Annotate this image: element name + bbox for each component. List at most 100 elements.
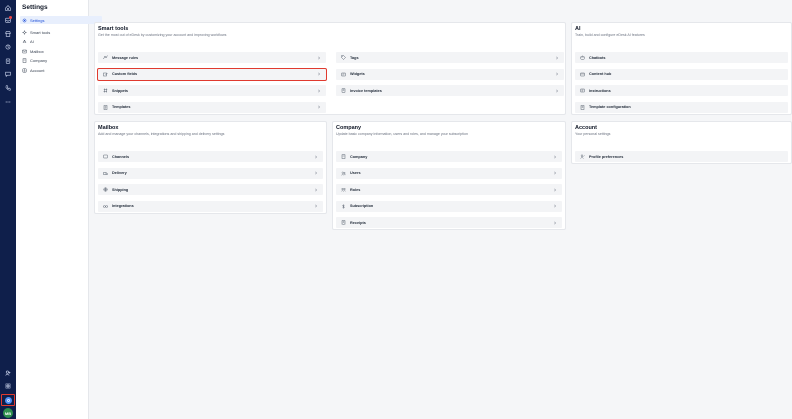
row-label: Tags xyxy=(350,55,359,60)
row-label: Widgets xyxy=(350,72,365,76)
settings-content: Smart tools Get the most out of eDesk by… xyxy=(89,0,792,419)
integrations-button[interactable]: Integrations xyxy=(98,200,323,212)
home-icon[interactable] xyxy=(3,3,13,13)
profile-preferences-button[interactable]: Profile preferences xyxy=(575,151,788,162)
users-icon xyxy=(341,171,346,176)
card-description: Train, build and configure eDesk AI feat… xyxy=(575,33,645,37)
row-label: Channels xyxy=(112,154,130,159)
icon-rail: MB xyxy=(0,0,16,419)
snippets-button[interactable]: Snippets xyxy=(98,85,326,96)
row-label: Subscription xyxy=(350,204,374,208)
card-title: Mailbox xyxy=(98,125,119,131)
card-description: Add and manage your channels, integratio… xyxy=(98,132,225,136)
chevron-right-icon xyxy=(553,155,557,159)
tags-button[interactable]: Tags xyxy=(336,52,564,63)
row-label: Templates xyxy=(112,105,131,109)
page-title: Settings xyxy=(22,4,48,11)
row-label: Message rules xyxy=(112,55,139,60)
tag-icon xyxy=(341,55,346,60)
building-icon xyxy=(22,58,27,63)
store-icon[interactable] xyxy=(3,29,13,39)
row-label: Instructions xyxy=(589,88,611,93)
globe-icon xyxy=(103,187,108,192)
shipping-button[interactable]: Shipping xyxy=(98,184,323,195)
channels-button[interactable]: Channels xyxy=(98,151,323,162)
template-configuration-button[interactable]: Template configuration xyxy=(575,101,788,113)
receipt-icon xyxy=(341,220,346,225)
mailbox-icon xyxy=(22,49,27,53)
row-label: Custom fields xyxy=(112,72,138,76)
chevron-right-icon xyxy=(553,188,557,192)
chevron-right-icon xyxy=(314,204,318,208)
subscription-button[interactable]: Subscription xyxy=(336,200,562,212)
chevron-right-icon xyxy=(317,56,321,60)
sparkle-icon xyxy=(22,29,27,35)
row-label: Template configuration xyxy=(589,105,631,109)
chevron-right-icon xyxy=(555,72,559,76)
company-card: Company Update basic company information… xyxy=(332,121,566,230)
card-description: Your personal settings xyxy=(575,132,611,136)
workflow-icon[interactable] xyxy=(3,42,13,52)
phone-icon[interactable] xyxy=(3,83,13,93)
delivery-button[interactable]: Delivery xyxy=(98,167,323,179)
hash-icon xyxy=(103,88,108,93)
company-button[interactable]: Company xyxy=(336,151,562,162)
widgets-button[interactable]: Widgets xyxy=(336,68,564,80)
mailbox-card: Mailbox Add and manage your channels, in… xyxy=(94,121,327,214)
instructions-button[interactable]: Instructions xyxy=(575,85,788,96)
settings-rail-button[interactable] xyxy=(1,394,15,406)
sidebar-item-label: Company xyxy=(30,58,48,63)
chevron-right-icon xyxy=(553,171,557,175)
row-label: Profile preferences xyxy=(589,154,624,159)
sidebar-item-label: Mailbox xyxy=(30,48,44,54)
chevron-right-icon xyxy=(314,171,318,175)
avatar[interactable]: MB xyxy=(3,408,13,418)
template-icon xyxy=(103,104,108,110)
chat-icon[interactable] xyxy=(3,69,13,79)
row-label: Integrations xyxy=(112,204,134,208)
roles-button[interactable]: Roles xyxy=(336,184,562,195)
message-rules-button[interactable]: Message rules xyxy=(98,52,326,63)
row-label: Content hub xyxy=(589,72,612,76)
apps-grid-icon[interactable] xyxy=(3,381,13,391)
users-button[interactable]: Users xyxy=(336,167,562,179)
inbox-icon[interactable] xyxy=(3,15,13,25)
chevron-right-icon xyxy=(317,72,321,76)
chevron-right-icon xyxy=(317,105,321,109)
receipts-button[interactable]: Receipts xyxy=(336,217,562,228)
account-icon xyxy=(22,68,27,72)
row-label: Shipping xyxy=(112,187,129,192)
gear-icon xyxy=(4,396,12,404)
chevron-right-icon xyxy=(314,155,318,159)
row-label: Users xyxy=(350,171,361,175)
custom-fields-button[interactable]: Custom fields xyxy=(97,67,327,81)
config-icon xyxy=(580,104,585,110)
chevron-right-icon xyxy=(317,89,321,93)
card-title: Account xyxy=(575,125,597,131)
truck-icon xyxy=(103,171,108,176)
content-hub-button[interactable]: Content hub xyxy=(575,68,788,80)
row-label: Company xyxy=(350,154,368,159)
chatbots-button[interactable]: Chatbots xyxy=(575,52,788,63)
add-user-icon[interactable] xyxy=(3,368,13,378)
chevron-right-icon xyxy=(555,89,559,93)
chevron-right-icon xyxy=(555,56,559,60)
card-description: Get the most out of eDesk by customizing… xyxy=(98,33,227,37)
hub-icon xyxy=(580,72,585,77)
bot-icon xyxy=(580,55,585,60)
card-title: AI xyxy=(575,26,581,32)
settings-sidebar: Settings Settings Smart tools AI Mailbox… xyxy=(16,0,102,419)
templates-button[interactable]: Templates xyxy=(98,101,326,113)
building-icon xyxy=(341,154,346,159)
row-label: Receipts xyxy=(350,220,366,225)
invoice-icon xyxy=(341,88,346,93)
invoice-templates-button[interactable]: Invoice templates xyxy=(336,85,564,96)
clipboard-icon[interactable] xyxy=(3,56,13,66)
chevron-right-icon xyxy=(553,204,557,208)
ai-card: AI Train, build and configure eDesk AI f… xyxy=(571,22,792,115)
more-icon[interactable] xyxy=(3,97,13,107)
smart-tools-card: Smart tools Get the most out of eDesk by… xyxy=(94,22,566,115)
instructions-icon xyxy=(580,88,585,93)
dollar-icon xyxy=(341,204,346,209)
card-title: Company xyxy=(336,125,362,131)
